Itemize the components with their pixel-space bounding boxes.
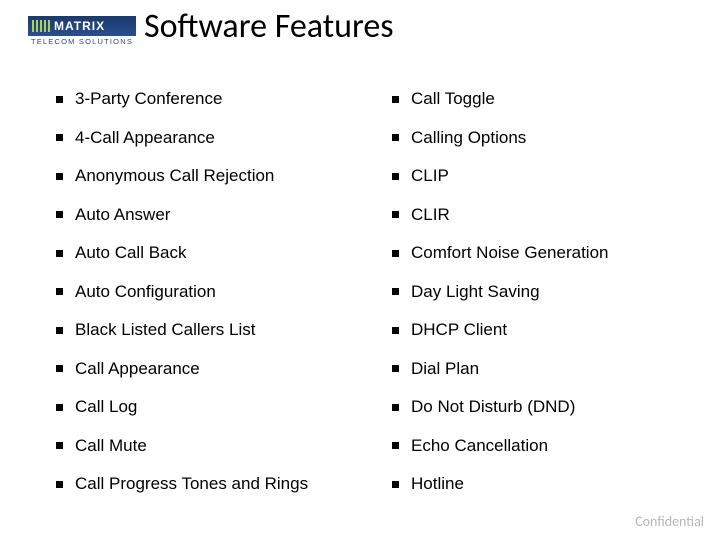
square-bullet-icon bbox=[56, 134, 63, 141]
list-item: 3-Party Conference bbox=[56, 80, 392, 119]
square-bullet-icon bbox=[56, 442, 63, 449]
feature-label: Comfort Noise Generation bbox=[411, 243, 608, 263]
list-item: Call Log bbox=[56, 388, 392, 427]
logo-badge: MATRIX bbox=[28, 16, 136, 36]
feature-label: CLIR bbox=[411, 205, 450, 225]
square-bullet-icon bbox=[56, 327, 63, 334]
square-bullet-icon bbox=[56, 404, 63, 411]
logo-name: MATRIX bbox=[54, 19, 105, 33]
list-item: Do Not Disturb (DND) bbox=[392, 388, 692, 427]
list-item: Calling Options bbox=[392, 119, 692, 158]
square-bullet-icon bbox=[56, 365, 63, 372]
list-item: Call Toggle bbox=[392, 80, 692, 119]
list-item: CLIP bbox=[392, 157, 692, 196]
feature-label: CLIP bbox=[411, 166, 449, 186]
feature-label: Auto Call Back bbox=[75, 243, 187, 263]
list-item: Comfort Noise Generation bbox=[392, 234, 692, 273]
square-bullet-icon bbox=[392, 442, 399, 449]
feature-label: Auto Answer bbox=[75, 205, 170, 225]
square-bullet-icon bbox=[56, 96, 63, 103]
list-item: 4-Call Appearance bbox=[56, 119, 392, 158]
square-bullet-icon bbox=[392, 481, 399, 488]
list-item: Call Mute bbox=[56, 427, 392, 466]
square-bullet-icon bbox=[392, 134, 399, 141]
feature-label: Do Not Disturb (DND) bbox=[411, 397, 575, 417]
list-item: Day Light Saving bbox=[392, 273, 692, 312]
feature-label: 3-Party Conference bbox=[75, 89, 222, 109]
feature-label: Call Appearance bbox=[75, 359, 200, 379]
list-item: Auto Answer bbox=[56, 196, 392, 235]
feature-label: Call Toggle bbox=[411, 89, 495, 109]
feature-label: Calling Options bbox=[411, 128, 526, 148]
logo-tagline: TELECOM SOLUTIONS bbox=[28, 37, 136, 46]
list-item: Echo Cancellation bbox=[392, 427, 692, 466]
feature-columns: 3-Party Conference 4-Call Appearance Ano… bbox=[56, 80, 692, 504]
feature-column-right: Call Toggle Calling Options CLIP CLIR Co… bbox=[392, 80, 692, 504]
feature-label: Day Light Saving bbox=[411, 282, 540, 302]
list-item: Hotline bbox=[392, 465, 692, 504]
square-bullet-icon bbox=[392, 173, 399, 180]
square-bullet-icon bbox=[392, 404, 399, 411]
feature-label: Black Listed Callers List bbox=[75, 320, 255, 340]
feature-label: Dial Plan bbox=[411, 359, 479, 379]
square-bullet-icon bbox=[56, 288, 63, 295]
feature-label: 4-Call Appearance bbox=[75, 128, 215, 148]
list-item: DHCP Client bbox=[392, 311, 692, 350]
square-bullet-icon bbox=[56, 481, 63, 488]
feature-label: DHCP Client bbox=[411, 320, 507, 340]
square-bullet-icon bbox=[392, 250, 399, 257]
square-bullet-icon bbox=[392, 327, 399, 334]
feature-label: Auto Configuration bbox=[75, 282, 216, 302]
list-item: Black Listed Callers List bbox=[56, 311, 392, 350]
page-title: Software Features bbox=[144, 6, 394, 47]
list-item: CLIR bbox=[392, 196, 692, 235]
feature-label: Hotline bbox=[411, 474, 464, 494]
feature-label: Anonymous Call Rejection bbox=[75, 166, 274, 186]
list-item: Auto Call Back bbox=[56, 234, 392, 273]
list-item: Call Appearance bbox=[56, 350, 392, 389]
square-bullet-icon bbox=[392, 288, 399, 295]
feature-column-left: 3-Party Conference 4-Call Appearance Ano… bbox=[56, 80, 392, 504]
feature-label: Call Progress Tones and Rings bbox=[75, 474, 308, 494]
square-bullet-icon bbox=[56, 250, 63, 257]
list-item: Auto Configuration bbox=[56, 273, 392, 312]
list-item: Anonymous Call Rejection bbox=[56, 157, 392, 196]
logo: MATRIX TELECOM SOLUTIONS bbox=[28, 16, 136, 46]
list-item: Call Progress Tones and Rings bbox=[56, 465, 392, 504]
feature-label: Call Log bbox=[75, 397, 137, 417]
square-bullet-icon bbox=[392, 211, 399, 218]
feature-label: Echo Cancellation bbox=[411, 436, 548, 456]
square-bullet-icon bbox=[392, 365, 399, 372]
square-bullet-icon bbox=[56, 211, 63, 218]
square-bullet-icon bbox=[56, 173, 63, 180]
logo-bars-icon bbox=[32, 20, 50, 32]
list-item: Dial Plan bbox=[392, 350, 692, 389]
feature-label: Call Mute bbox=[75, 436, 147, 456]
confidential-watermark: Confidential bbox=[635, 513, 704, 530]
square-bullet-icon bbox=[392, 96, 399, 103]
